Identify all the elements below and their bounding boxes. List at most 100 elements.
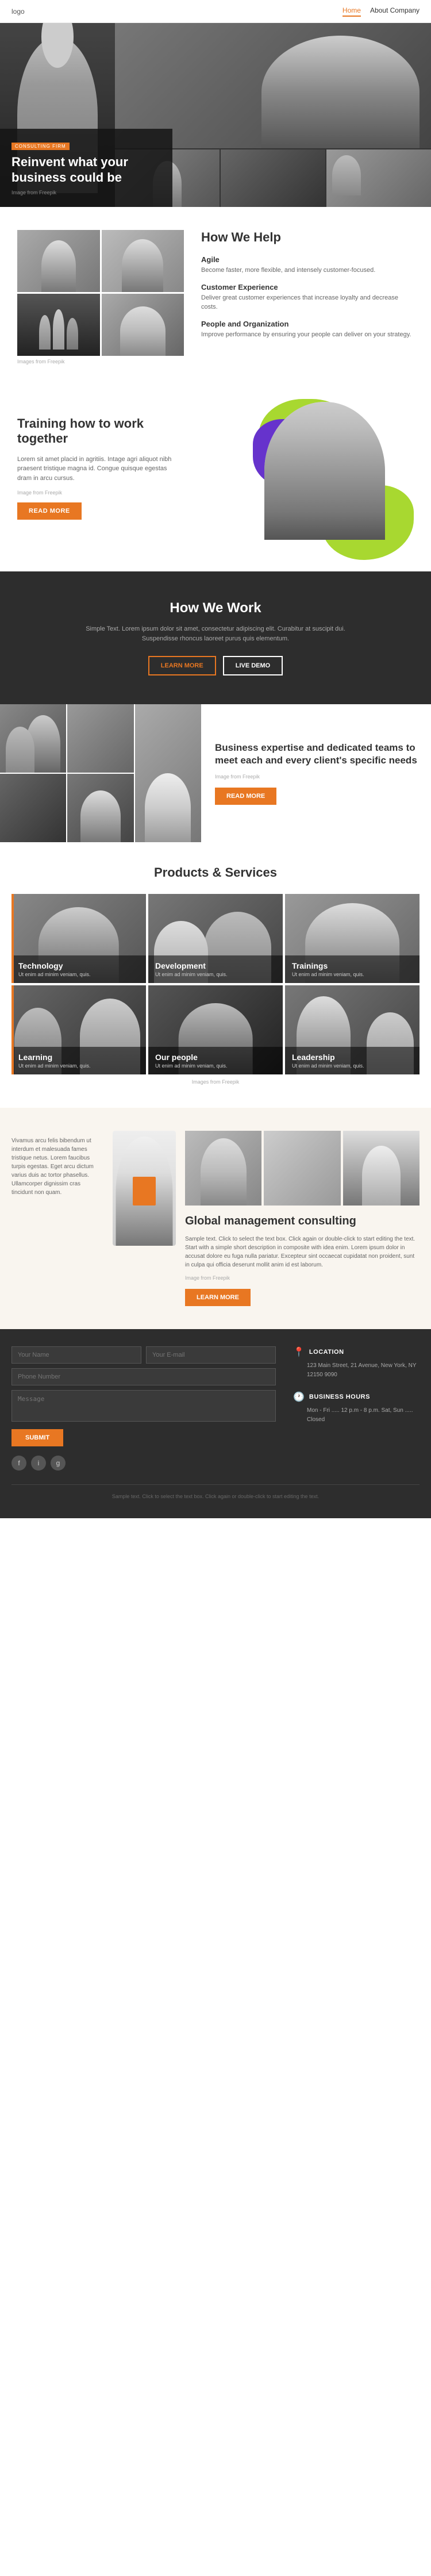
how-photo-1 — [17, 230, 100, 292]
hero-title: Reinvent what your business could be — [11, 155, 161, 185]
hero-section: CONSULTING FIRM Reinvent what your busin… — [0, 23, 431, 207]
how-item-agile-text: Become faster, more flexible, and intens… — [201, 266, 414, 275]
hero-tag: CONSULTING FIRM — [11, 143, 70, 150]
how-item-cx: Customer Experience Deliver great custom… — [201, 283, 414, 312]
location-label: LOCATION — [309, 1349, 344, 1356]
how-item-agile: Agile Become faster, more flexible, and … — [201, 255, 414, 275]
product-development-subtitle: Ut enim ad minim veniam, quis. — [155, 972, 276, 977]
global-section: Vivamus arcu felis bibendum ut interdum … — [0, 1108, 431, 1329]
product-item-technology[interactable]: Technology Ut enim ad minim veniam, quis… — [11, 894, 146, 983]
form-email-input[interactable] — [146, 1346, 276, 1364]
product-item-development[interactable]: Development Ut enim ad minim veniam, qui… — [148, 894, 283, 983]
business-content: Business expertise and dedicated teams t… — [201, 704, 431, 842]
how-we-work-title: How We Work — [17, 600, 414, 616]
how-photo-2 — [102, 230, 184, 292]
how-image-credit: Images from Freepik — [17, 359, 184, 364]
social-icons: f i g — [11, 1456, 276, 1471]
training-content: Training how to work together Lorem sit … — [17, 416, 178, 520]
biz-photo-2 — [0, 774, 66, 842]
form-submit-button[interactable]: SUBMIT — [11, 1429, 63, 1446]
training-person-photo — [264, 402, 385, 540]
product-learning-title: Learning — [18, 1053, 139, 1062]
product-leadership-subtitle: Ut enim ad minim veniam, quis. — [292, 1063, 413, 1069]
how-item-people: People and Organization Improve performa… — [201, 320, 414, 339]
global-person-photo — [113, 1131, 176, 1246]
how-item-cx-title: Customer Experience — [201, 283, 414, 291]
global-photo-2 — [264, 1131, 340, 1206]
global-learn-more-button[interactable]: LEARN MORE — [185, 1289, 251, 1306]
product-trainings-title: Trainings — [292, 961, 413, 970]
product-item-trainings[interactable]: Trainings Ut enim ad minim veniam, quis. — [285, 894, 420, 983]
product-trainings-subtitle: Ut enim ad minim veniam, quis. — [292, 972, 413, 977]
business-photos — [0, 704, 201, 842]
business-section: Business expertise and dedicated teams t… — [0, 704, 431, 842]
global-photo-3 — [343, 1131, 420, 1206]
hours-block: 🕐 BUSINESS HOURS Mon - Fri ..... 12 p.m … — [293, 1391, 420, 1425]
product-item-our-people[interactable]: Our people Ut enim ad minim veniam, quis… — [148, 985, 283, 1074]
how-item-agile-title: Agile — [201, 255, 414, 264]
how-we-help-photos: Images from Freepik — [17, 230, 184, 364]
biz-photo-1 — [0, 704, 66, 773]
footer-form-section: SUBMIT f i g 📍 LOCATION 123 Main Street,… — [0, 1329, 431, 1518]
how-photo-3 — [17, 294, 100, 356]
products-grid: Technology Ut enim ad minim veniam, quis… — [11, 894, 420, 1074]
global-text: Sample text. Click to select the text bo… — [185, 1235, 420, 1269]
global-photo-1 — [185, 1131, 261, 1206]
hours-text: Mon - Fri ..... 12 p.m - 8 p.m. Sat, Sun… — [293, 1406, 420, 1425]
global-left-text: Vivamus arcu felis bibendum ut interdum … — [11, 1131, 103, 1197]
nav-about[interactable]: About Company — [370, 6, 420, 17]
hero-image-credit: Image from Freepik — [11, 190, 161, 195]
product-development-title: Development — [155, 961, 276, 970]
learn-more-button[interactable]: LEARN MORE — [148, 656, 216, 675]
form-phone-input[interactable] — [11, 1368, 276, 1385]
biz-photo-3 — [67, 704, 133, 773]
contact-info: 📍 LOCATION 123 Main Street, 21 Avenue, N… — [293, 1346, 420, 1471]
training-read-more-button[interactable]: READ MORE — [17, 502, 82, 520]
facebook-icon[interactable]: f — [11, 1456, 26, 1471]
how-photo-4 — [102, 294, 184, 356]
products-section: Products & Services Technology Ut enim a… — [0, 842, 431, 1108]
footer-bottom-text: Sample text. Click to select the text bo… — [11, 1493, 420, 1501]
product-leadership-title: Leadership — [292, 1053, 413, 1062]
how-we-help-section: Images from Freepik How We Help Agile Be… — [0, 207, 431, 387]
how-item-cx-text: Deliver great customer experiences that … — [201, 294, 414, 312]
product-technology-title: Technology — [18, 961, 139, 970]
google-icon[interactable]: g — [51, 1456, 66, 1471]
biz-photo-5 — [135, 704, 201, 842]
product-item-leadership[interactable]: Leadership Ut enim ad minim veniam, quis… — [285, 985, 420, 1074]
location-icon: 📍 — [293, 1346, 305, 1358]
live-demo-button[interactable]: LIVE DEMO — [223, 656, 283, 675]
global-right: Global management consulting Sample text… — [185, 1131, 420, 1306]
nav-links: Home About Company — [343, 6, 420, 17]
form-message-input[interactable] — [11, 1390, 276, 1422]
instagram-icon[interactable]: i — [31, 1456, 46, 1471]
how-we-work-section: How We Work Simple Text. Lorem ipsum dol… — [0, 571, 431, 704]
global-photos-row — [185, 1131, 420, 1206]
global-left-paragraph: Vivamus arcu felis bibendum ut interdum … — [11, 1137, 103, 1197]
product-our-people-title: Our people — [155, 1053, 276, 1062]
nav-logo: logo — [11, 7, 25, 16]
product-our-people-subtitle: Ut enim ad minim veniam, quis. — [155, 1063, 276, 1069]
how-item-people-text: Improve performance by ensuring your peo… — [201, 331, 414, 339]
training-image-credit: Image from Freepik — [17, 490, 178, 496]
product-learning-subtitle: Ut enim ad minim veniam, quis. — [18, 1063, 139, 1069]
form-name-input[interactable] — [11, 1346, 141, 1364]
training-text: Lorem sit amet placid in agritiis. Intag… — [17, 455, 178, 483]
global-image-credit: Image from Freepik — [185, 1275, 420, 1281]
products-title: Products & Services — [11, 865, 420, 880]
contact-form: SUBMIT f i g — [11, 1346, 276, 1471]
location-text: 123 Main Street, 21 Avenue, New York, NY… — [293, 1361, 420, 1380]
biz-photo-4 — [67, 774, 133, 842]
hours-icon: 🕐 — [293, 1391, 305, 1403]
products-image-credit: Images from Freepik — [11, 1079, 420, 1085]
product-item-learning[interactable]: Learning Ut enim ad minim veniam, quis. — [11, 985, 146, 1074]
global-title: Global management consulting — [185, 1215, 420, 1228]
training-title: Training how to work together — [17, 416, 178, 447]
business-read-more-button[interactable]: READ MORE — [215, 788, 276, 805]
location-block: 📍 LOCATION 123 Main Street, 21 Avenue, N… — [293, 1346, 420, 1380]
how-we-help-title: How We Help — [201, 230, 414, 245]
product-technology-subtitle: Ut enim ad minim veniam, quis. — [18, 972, 139, 977]
how-we-help-content: How We Help Agile Become faster, more fl… — [201, 230, 414, 364]
nav-home[interactable]: Home — [343, 6, 361, 17]
hours-label: BUSINESS HOURS — [309, 1393, 370, 1400]
